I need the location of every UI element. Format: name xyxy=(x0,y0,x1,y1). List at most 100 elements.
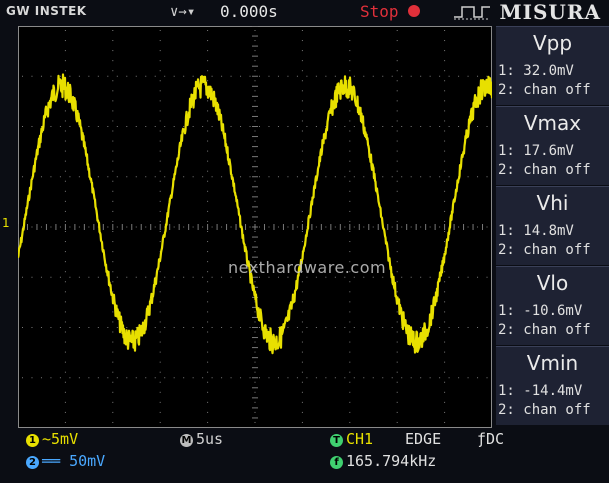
grid-dot xyxy=(64,120,66,122)
grid-dot xyxy=(349,291,351,293)
grid-dot xyxy=(207,231,209,232)
grid-dot xyxy=(382,75,384,77)
grid-dot xyxy=(458,276,460,278)
grid-dot xyxy=(112,190,114,192)
grid-dot xyxy=(64,180,66,182)
grid-dot xyxy=(448,327,450,328)
trigger-coupling-readout[interactable]: ƒDC xyxy=(477,430,504,448)
grid-dot xyxy=(396,401,398,403)
grid-dot xyxy=(444,100,446,102)
trigger-type-readout[interactable]: EDGE xyxy=(405,430,441,448)
ch2-scale-value: ══ 50mV xyxy=(42,452,106,470)
grid-dot xyxy=(159,391,161,393)
grid-dot xyxy=(410,377,412,379)
timebase-readout[interactable]: M 5us xyxy=(180,430,223,448)
grid-dot xyxy=(301,200,303,202)
grid-dot xyxy=(410,126,412,127)
measurement-vmax[interactable]: Vmax 1: 17.6mV 2: chan off xyxy=(496,106,609,185)
grid-dot xyxy=(396,170,398,172)
grid-dot xyxy=(353,327,355,328)
grid-dot xyxy=(240,75,242,77)
grid-dot xyxy=(154,126,156,127)
grid-dot xyxy=(126,75,128,77)
grid-dot xyxy=(159,331,161,333)
measurement-vmin[interactable]: Vmin 1: -14.4mV 2: chan off xyxy=(496,346,609,425)
grid-dot xyxy=(353,75,355,77)
grid-dot xyxy=(396,150,398,152)
grid-dot xyxy=(259,126,260,127)
grid-dot xyxy=(349,251,351,253)
grid-dot xyxy=(207,361,209,363)
grid-dot xyxy=(207,321,209,323)
grid-dot xyxy=(277,75,279,77)
grid-dot xyxy=(396,200,398,202)
grid-dot xyxy=(372,126,374,127)
grid-dot xyxy=(159,301,161,303)
grid-dot xyxy=(296,176,298,178)
grid-dot xyxy=(477,126,479,127)
grid-dot xyxy=(486,75,488,77)
grid-dot xyxy=(444,391,446,393)
grid-dot xyxy=(112,100,114,102)
grid-dot xyxy=(444,321,446,323)
grid-dot xyxy=(64,110,66,112)
ch1-scale-readout[interactable]: 1 ~5mV xyxy=(26,430,78,448)
grid-dot xyxy=(301,351,303,353)
run-state-label[interactable]: Stop xyxy=(360,2,399,21)
measurement-vhi[interactable]: Vhi 1: 14.8mV 2: chan off xyxy=(496,186,609,265)
grid-dot xyxy=(444,301,446,303)
grid-dot xyxy=(207,200,209,202)
grid-dot xyxy=(159,231,161,232)
grid-dot xyxy=(159,281,161,283)
grid-dot xyxy=(306,176,308,178)
measurement-vlo[interactable]: Vlo 1: -10.6mV 2: chan off xyxy=(496,266,609,345)
grid-dot xyxy=(112,281,114,283)
grid-dot xyxy=(382,377,384,379)
grid-dot xyxy=(112,271,114,273)
measurement-name: Vmin xyxy=(526,351,579,375)
grid-dot xyxy=(64,361,66,363)
ch2-scale-readout[interactable]: 2 ══ 50mV xyxy=(26,452,105,470)
grid-dot xyxy=(301,291,303,293)
measurement-ch2-value: 2: chan off xyxy=(498,322,591,338)
grid-dot xyxy=(64,160,66,162)
grid-dot xyxy=(315,327,317,328)
grid-dot xyxy=(59,327,61,328)
grid-dot xyxy=(396,381,398,383)
grid-dot xyxy=(64,50,66,52)
horizontal-nav-icons[interactable]: ∨→▾ xyxy=(170,4,195,20)
grid-dot xyxy=(287,226,289,228)
trigger-source-readout[interactable]: T CH1 xyxy=(330,430,373,448)
grid-dot xyxy=(64,60,66,62)
grid-dot xyxy=(296,226,298,228)
grid-dot xyxy=(458,226,460,228)
grid-dot xyxy=(202,226,204,228)
grid-dot xyxy=(207,120,209,122)
grid-dot xyxy=(301,180,303,182)
grid-dot xyxy=(159,381,161,383)
grid-dot xyxy=(183,327,185,328)
grid-dot xyxy=(88,226,90,228)
grid-dot xyxy=(254,371,256,373)
grid-dot xyxy=(145,276,147,278)
grid-dot xyxy=(159,50,161,52)
grid-dot xyxy=(126,126,128,127)
grid-dot xyxy=(306,327,308,328)
grid-dot xyxy=(145,226,147,228)
grid-dot xyxy=(97,276,99,278)
measurement-vpp[interactable]: Vpp 1: 32.0mV 2: chan off xyxy=(496,26,609,105)
grid-dot xyxy=(88,126,90,127)
grid-dot xyxy=(240,327,242,328)
grid-dot xyxy=(254,281,256,283)
grid-dot xyxy=(382,126,384,127)
grid-dot xyxy=(410,226,412,228)
grid-dot xyxy=(207,70,209,72)
grid-dot xyxy=(301,70,303,72)
grid-dot xyxy=(40,176,42,178)
grid-dot xyxy=(69,276,71,278)
grid-dot xyxy=(159,120,161,122)
grid-dot xyxy=(112,60,114,62)
grid-dot xyxy=(277,176,279,178)
measurement-name: Vlo xyxy=(536,271,569,295)
grid-dot xyxy=(22,327,23,328)
